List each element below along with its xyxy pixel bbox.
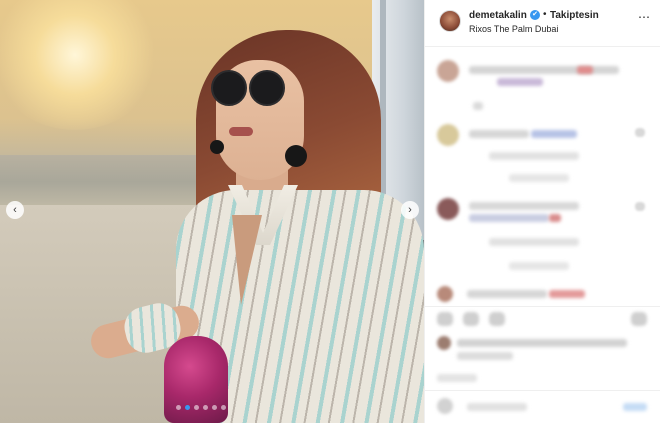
post-header: demetakalin ✔ • Takiptesin Rixos The Pal…	[425, 0, 660, 47]
carousel-dot	[176, 405, 181, 410]
carousel-dot	[194, 405, 199, 410]
sunglasses-right-lens	[249, 70, 285, 106]
commenter-avatar	[437, 124, 459, 146]
location-link[interactable]: Rixos The Palm Dubai	[469, 24, 558, 34]
blurred-comment-text	[467, 290, 547, 298]
username-link[interactable]: demetakalin	[469, 10, 527, 21]
carousel-dot-active	[185, 405, 190, 410]
comment-item	[437, 286, 649, 306]
separator-dot: •	[543, 9, 547, 20]
share-icon[interactable]	[489, 312, 505, 326]
blurred-timestamp	[437, 374, 477, 382]
liker-avatar	[437, 336, 451, 350]
save-icon[interactable]	[631, 312, 647, 326]
like-comment-icon[interactable]	[635, 202, 645, 211]
commenter-avatar	[437, 198, 459, 220]
carousel-dots	[176, 405, 226, 410]
earring-right	[285, 145, 307, 167]
blurred-meta	[489, 238, 579, 246]
comment-item	[437, 198, 649, 274]
divider	[425, 390, 660, 391]
commenter-avatar	[437, 60, 459, 82]
verified-badge-icon: ✔	[530, 10, 540, 20]
blurred-emoji	[549, 214, 561, 222]
comment-item	[437, 124, 649, 184]
add-comment-bar[interactable]	[437, 398, 649, 418]
blurred-likes-text	[457, 339, 627, 347]
carousel-next-button[interactable]: ›	[401, 201, 419, 219]
blurred-comment-text	[531, 130, 577, 138]
comment-icon[interactable]	[463, 312, 479, 326]
blurred-post-button[interactable]	[623, 403, 647, 411]
blurred-likes-text	[457, 352, 513, 360]
likes-summary	[437, 336, 649, 366]
carousel-dot	[221, 405, 226, 410]
like-icon[interactable]	[437, 312, 453, 326]
blurred-replies	[509, 262, 569, 270]
more-options-icon[interactable]: ⋯	[638, 10, 651, 24]
commenter-avatar	[437, 286, 453, 302]
earring-left	[210, 140, 224, 154]
comment-item	[437, 60, 649, 110]
blurred-comment-text	[469, 202, 579, 210]
carousel-dot	[203, 405, 208, 410]
following-button[interactable]: Takiptesin	[550, 10, 599, 21]
blurred-comment-text	[469, 130, 529, 138]
post-photo[interactable]: ‹ ›	[0, 0, 424, 423]
divider	[425, 306, 660, 307]
blurred-replies	[509, 174, 569, 182]
avatar[interactable]	[439, 10, 461, 32]
like-comment-icon[interactable]	[635, 128, 645, 137]
blurred-comment-text	[497, 78, 543, 86]
blurred-comment-text	[469, 66, 619, 74]
post-actions	[437, 310, 649, 330]
lips	[229, 127, 253, 136]
blurred-comment-input[interactable]	[467, 403, 527, 411]
post-sidebar: demetakalin ✔ • Takiptesin Rixos The Pal…	[424, 0, 660, 423]
carousel-prev-button[interactable]: ‹	[6, 201, 24, 219]
sunset-glow	[0, 0, 160, 130]
carousel-dot	[212, 405, 217, 410]
blurred-meta	[489, 152, 579, 160]
blurred-meta	[473, 102, 483, 110]
blurred-emoji	[549, 290, 585, 298]
sunglasses-left-lens	[211, 70, 247, 106]
blurred-emoji	[577, 66, 593, 74]
blurred-comment-text	[469, 214, 549, 222]
emoji-icon[interactable]	[437, 398, 453, 414]
